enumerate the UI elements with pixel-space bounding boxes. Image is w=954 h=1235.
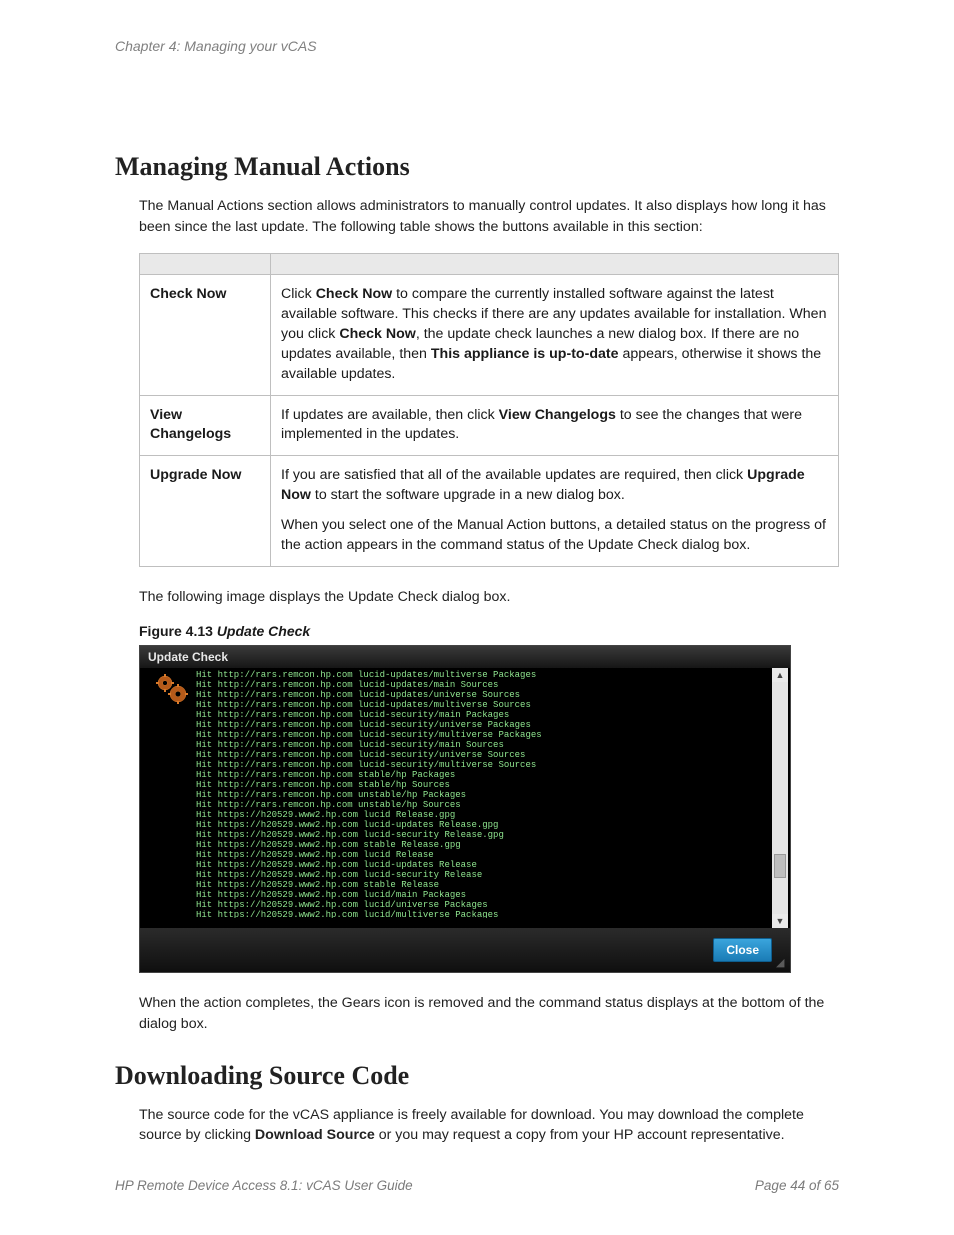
figure-caption: Figure 4.13 Update Check	[115, 623, 839, 639]
intro-paragraph: The Manual Actions section allows admini…	[115, 196, 839, 237]
section-title-managing-manual-actions: Managing Manual Actions	[115, 152, 839, 182]
console-output: Hit http://rars.remcon.hp.com lucid-upda…	[196, 670, 768, 918]
table-row-description: If you are satisfied that all of the ava…	[271, 456, 839, 567]
update-check-dialog: Update Check Hit http://rars.remcon	[139, 645, 791, 973]
scroll-up-arrow-icon[interactable]: ▲	[772, 668, 788, 682]
figure-title: Update Check	[217, 623, 310, 639]
table-row-description: If updates are available, then click Vie…	[271, 395, 839, 456]
after-table-text: The following image displays the Update …	[115, 587, 839, 608]
table-row-label: Upgrade Now	[140, 456, 271, 567]
scrollbar-thumb[interactable]	[774, 854, 786, 878]
scroll-down-arrow-icon[interactable]: ▼	[772, 914, 788, 928]
section-title-downloading-source-code: Downloading Source Code	[115, 1061, 839, 1091]
page-footer: HP Remote Device Access 8.1: vCAS User G…	[115, 1178, 839, 1193]
table-row: View ChangelogsIf updates are available,…	[140, 395, 839, 456]
table-row: Upgrade NowIf you are satisfied that all…	[140, 456, 839, 567]
table-row-description: Click Check Now to compare the currently…	[271, 275, 839, 395]
table-row-label: Check Now	[140, 275, 271, 395]
table-row-label: View Changelogs	[140, 395, 271, 456]
footer-doc-title: HP Remote Device Access 8.1: vCAS User G…	[115, 1178, 413, 1193]
close-button[interactable]: Close	[713, 938, 772, 962]
gears-icon	[154, 672, 188, 706]
dialog-title-bar: Update Check	[140, 646, 790, 668]
manual-actions-table: Check NowClick Check Now to compare the …	[139, 253, 839, 567]
footer-page-number: Page 44 of 65	[755, 1178, 839, 1193]
chapter-header: Chapter 4: Managing your vCAS	[115, 38, 839, 54]
resize-grip-icon[interactable]: ◢	[776, 958, 788, 970]
table-header-blank-2	[271, 254, 839, 275]
scrollbar-track[interactable]	[772, 682, 788, 914]
table-header-blank-1	[140, 254, 271, 275]
downloading-source-paragraph: The source code for the vCAS appliance i…	[115, 1105, 839, 1146]
figure-label: Figure 4.13	[139, 623, 213, 639]
table-row: Check NowClick Check Now to compare the …	[140, 275, 839, 395]
after-dialog-text: When the action completes, the Gears ico…	[115, 993, 839, 1034]
scrollbar[interactable]: ▲ ▼	[772, 668, 788, 928]
